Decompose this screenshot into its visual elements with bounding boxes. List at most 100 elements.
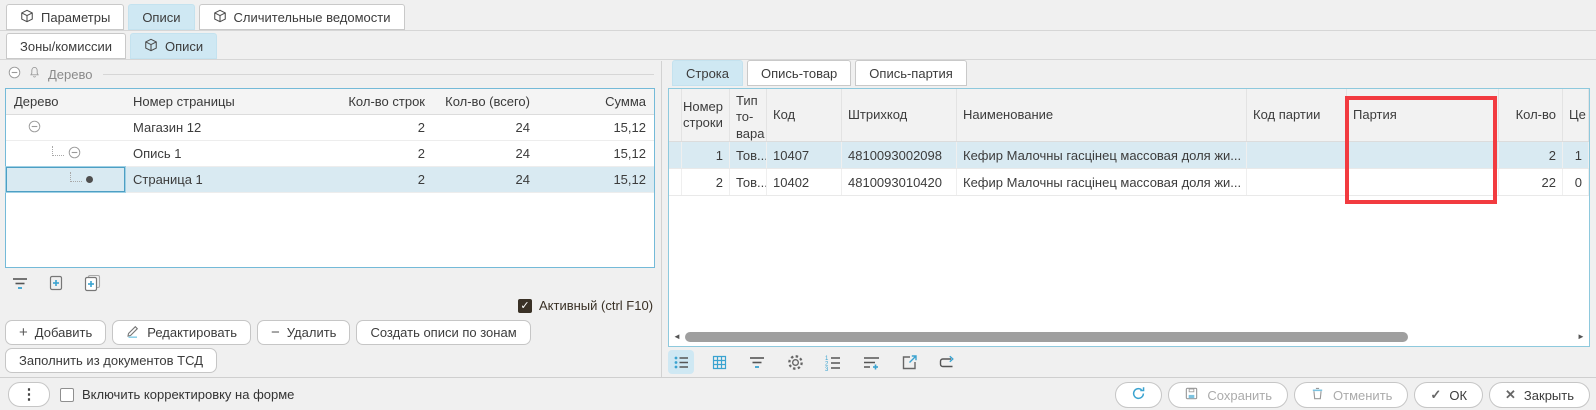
more-menu-button[interactable]: ⋮ [8,382,50,407]
tab-opis-tovar[interactable]: Опись-товар [747,60,851,86]
col-nomer-stroki[interactable]: Номер строки [677,89,730,141]
tab-zony-komissii[interactable]: Зоны/комиссии [6,33,126,59]
trash-icon [1310,386,1325,404]
tab-opisi-sub[interactable]: Описи [130,33,217,59]
table-row[interactable]: Опись 1 2 24 15,12 [6,141,654,167]
tab-label: Сличительные ведомости [234,10,391,25]
cell-qty: 22 [1499,169,1563,195]
tab-label: Опись-партия [869,66,952,81]
add-button[interactable]: + Добавить [5,320,106,345]
col-tip-tovara[interactable]: Тип то-вара [730,89,767,141]
col-derevo[interactable]: Дерево [6,89,125,114]
add-row-icon[interactable] [858,350,884,374]
left-buttons-row2: Заполнить из документов ТСД [5,348,217,373]
cell-sum: 15,12 [538,167,654,192]
cube-icon [213,9,227,26]
refresh-icon [1131,386,1146,404]
tree-toolbar [10,273,102,293]
col-summa[interactable]: Сумма [538,89,654,114]
scrollbar-thumb[interactable] [685,332,1408,342]
check-icon: ✓ [1430,387,1441,403]
col-kolvo-strok[interactable]: Кол-во строк [325,89,433,114]
collapse-node-icon[interactable] [68,146,81,162]
table-row-selected[interactable]: Страница 1 2 24 15,12 [6,167,654,193]
delete-button[interactable]: − Удалить [257,320,350,345]
tab-label: Опись-товар [761,66,837,81]
tab-label: Строка [686,66,729,81]
refresh-button[interactable] [1115,382,1162,408]
cell-batch [1347,142,1499,168]
create-by-zones-button[interactable]: Создать описи по зонам [356,320,530,345]
col-kolvo[interactable]: Кол-во [1499,89,1563,141]
checkbox-checked-icon[interactable]: ✓ [518,299,532,313]
tab-parametry[interactable]: Параметры [6,4,124,30]
edit-button[interactable]: Редактировать [112,320,251,345]
cell-name: Кефир Малочны гасцінец массовая доля жи.… [957,169,1247,195]
cell-code: 10407 [767,142,842,168]
col-kolvo-vsego[interactable]: Кол-во (всего) [433,89,538,114]
cube-icon [144,38,158,55]
cancel-button-label: Отменить [1333,388,1392,403]
tab-slichitelnye-vedomosti[interactable]: Сличительные ведомости [199,4,405,30]
close-button-label: Закрыть [1524,388,1574,403]
open-external-icon[interactable] [896,350,922,374]
sub-tabbar: Зоны/комиссии Описи [6,33,217,59]
table-row-selected[interactable]: 1 Тов... 10407 4810093002098 Кефир Малоч… [669,142,1589,169]
cell-rows-count: 2 [325,141,433,166]
scroll-left-icon[interactable]: ◄ [671,331,683,343]
scrollbar-track[interactable] [683,332,1575,342]
filter-icon[interactable] [10,273,30,293]
horizontal-scrollbar[interactable]: ◄ ► [671,331,1587,343]
table-row[interactable]: Магазин 12 2 24 15,12 [6,115,654,141]
col-kod-partii[interactable]: Код партии [1247,89,1347,141]
collapse-node-icon[interactable] [28,120,41,136]
tab-opisi[interactable]: Описи [128,4,194,30]
save-button-label: Сохранить [1207,388,1272,403]
col-shtrihkod[interactable]: Штрихкод [842,89,957,141]
cell-total-count: 24 [433,167,538,192]
close-button[interactable]: ✕ Закрыть [1489,382,1590,408]
expand-node-icon[interactable] [46,273,66,293]
bell-icon[interactable] [28,66,41,82]
collapse-group-icon[interactable] [8,66,21,82]
col-partiya[interactable]: Партия [1347,89,1499,141]
cell-name: Магазин 12 [125,115,325,140]
loop-refresh-icon[interactable] [934,350,960,374]
filter-icon[interactable] [744,350,770,374]
expand-all-icon[interactable] [82,273,102,293]
save-button[interactable]: Сохранить [1168,382,1288,408]
cell-num: 1 [677,142,730,168]
detail-tabbar: Строка Опись-товар Опись-партия [672,60,967,86]
cell-total-count: 24 [433,115,538,140]
cell-name: Опись 1 [125,141,325,166]
group-rule [103,74,654,75]
kebab-icon: ⋮ [22,386,37,403]
active-checkbox[interactable]: ✓ Активный (ctrl F10) [518,298,653,313]
adjust-checkbox[interactable]: Включить корректировку на форме [60,387,294,402]
fill-from-tsd-button[interactable]: Заполнить из документов ТСД [5,348,217,373]
cell-type: Тов... [730,169,767,195]
list-view-icon[interactable] [668,350,694,374]
tree-expander-cell[interactable] [6,115,125,140]
col-cena[interactable]: Це [1563,89,1589,141]
numbered-list-icon[interactable]: 123 [820,350,846,374]
minus-icon: − [271,325,280,340]
tab-stroka[interactable]: Строка [672,60,743,86]
tab-opis-partiya[interactable]: Опись-партия [855,60,966,86]
cancel-button[interactable]: Отменить [1294,382,1408,408]
checkbox-unchecked-icon[interactable] [60,388,74,402]
grid-view-icon[interactable] [706,350,732,374]
cell-batch [1347,169,1499,195]
cell-price: 0 [1563,169,1589,195]
ok-button[interactable]: ✓ ОК [1414,382,1483,408]
scroll-right-icon[interactable]: ► [1575,331,1587,343]
cell-num: 2 [677,169,730,195]
col-kod[interactable]: Код [767,89,842,141]
col-nomer-stranicy[interactable]: Номер страницы [125,89,325,114]
col-naimenovanie[interactable]: Наименование [957,89,1247,141]
gear-icon[interactable] [782,350,808,374]
tree-leaf-cell[interactable] [6,167,125,192]
table-row[interactable]: 2 Тов... 10402 4810093010420 Кефир Малоч… [669,169,1589,196]
cell-name: Страница 1 [125,167,325,192]
tree-expander-cell[interactable] [6,141,125,166]
